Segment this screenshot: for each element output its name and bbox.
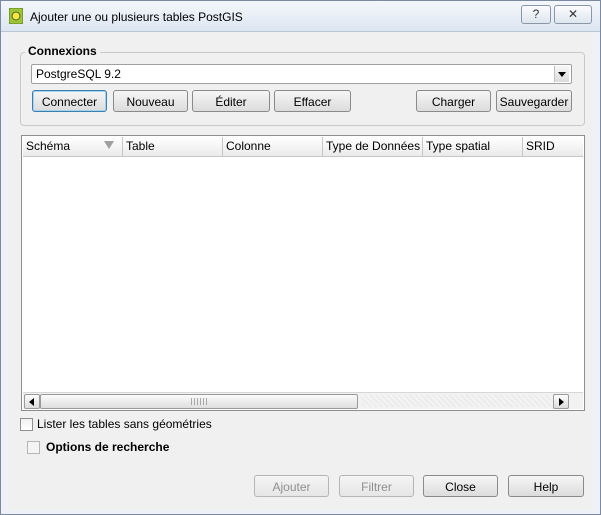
- qgis-app-icon: [9, 8, 23, 24]
- column-header-schema[interactable]: Schéma: [23, 137, 123, 156]
- search-options-label: Options de recherche: [46, 440, 170, 454]
- new-button[interactable]: Nouveau: [113, 90, 188, 112]
- scroll-right-icon[interactable]: [553, 394, 569, 409]
- title-bar[interactable]: Ajouter une ou plusieurs tables PostGIS …: [1, 1, 600, 32]
- connect-button[interactable]: Connecter: [32, 90, 107, 112]
- column-header-column[interactable]: Colonne: [223, 137, 323, 156]
- edit-button[interactable]: Éditer: [192, 90, 270, 112]
- help-button[interactable]: Help: [508, 475, 584, 497]
- horizontal-scrollbar[interactable]: [23, 392, 583, 409]
- save-button[interactable]: Sauvegarder: [496, 90, 572, 112]
- scroll-left-icon[interactable]: [24, 394, 40, 409]
- column-header-data-type[interactable]: Type de Données: [323, 137, 423, 156]
- column-header-label: Schéma: [26, 139, 71, 153]
- checkbox-icon[interactable]: [27, 441, 40, 454]
- column-header-table[interactable]: Table: [123, 137, 223, 156]
- delete-button[interactable]: Effacer: [274, 90, 351, 112]
- dialog-content: Connexions PostgreSQL 9.2 Connecter Nouv…: [8, 32, 593, 510]
- column-header-spatial-type[interactable]: Type spatial: [423, 137, 523, 156]
- scrollbar-thumb[interactable]: [40, 394, 358, 409]
- add-button[interactable]: Ajouter: [254, 475, 329, 497]
- chevron-down-icon[interactable]: [554, 66, 569, 82]
- load-button[interactable]: Charger: [416, 90, 491, 112]
- column-header-srid[interactable]: SRID: [523, 137, 583, 156]
- close-title-button[interactable]: ✕: [554, 5, 592, 24]
- close-button[interactable]: Close: [423, 475, 498, 497]
- table-header: Schéma Table Colonne Type de Données Typ…: [23, 137, 583, 157]
- connections-group-title: Connexions: [25, 44, 100, 58]
- scrollbar-track[interactable]: [361, 395, 551, 407]
- checkbox-icon[interactable]: [20, 418, 33, 431]
- connection-select-value: PostgreSQL 9.2: [36, 67, 121, 81]
- grip-icon: [191, 398, 209, 405]
- dialog-window: Ajouter une ou plusieurs tables PostGIS …: [0, 0, 601, 515]
- tables-view[interactable]: Schéma Table Colonne Type de Données Typ…: [21, 135, 585, 411]
- help-title-button[interactable]: ?: [521, 5, 551, 24]
- list-no-geometry-label: Lister les tables sans géométries: [37, 417, 212, 431]
- sort-indicator-icon: [104, 141, 114, 149]
- window-title: Ajouter une ou plusieurs tables PostGIS: [30, 10, 243, 24]
- connection-select[interactable]: PostgreSQL 9.2: [31, 64, 572, 84]
- filter-button[interactable]: Filtrer: [339, 475, 414, 497]
